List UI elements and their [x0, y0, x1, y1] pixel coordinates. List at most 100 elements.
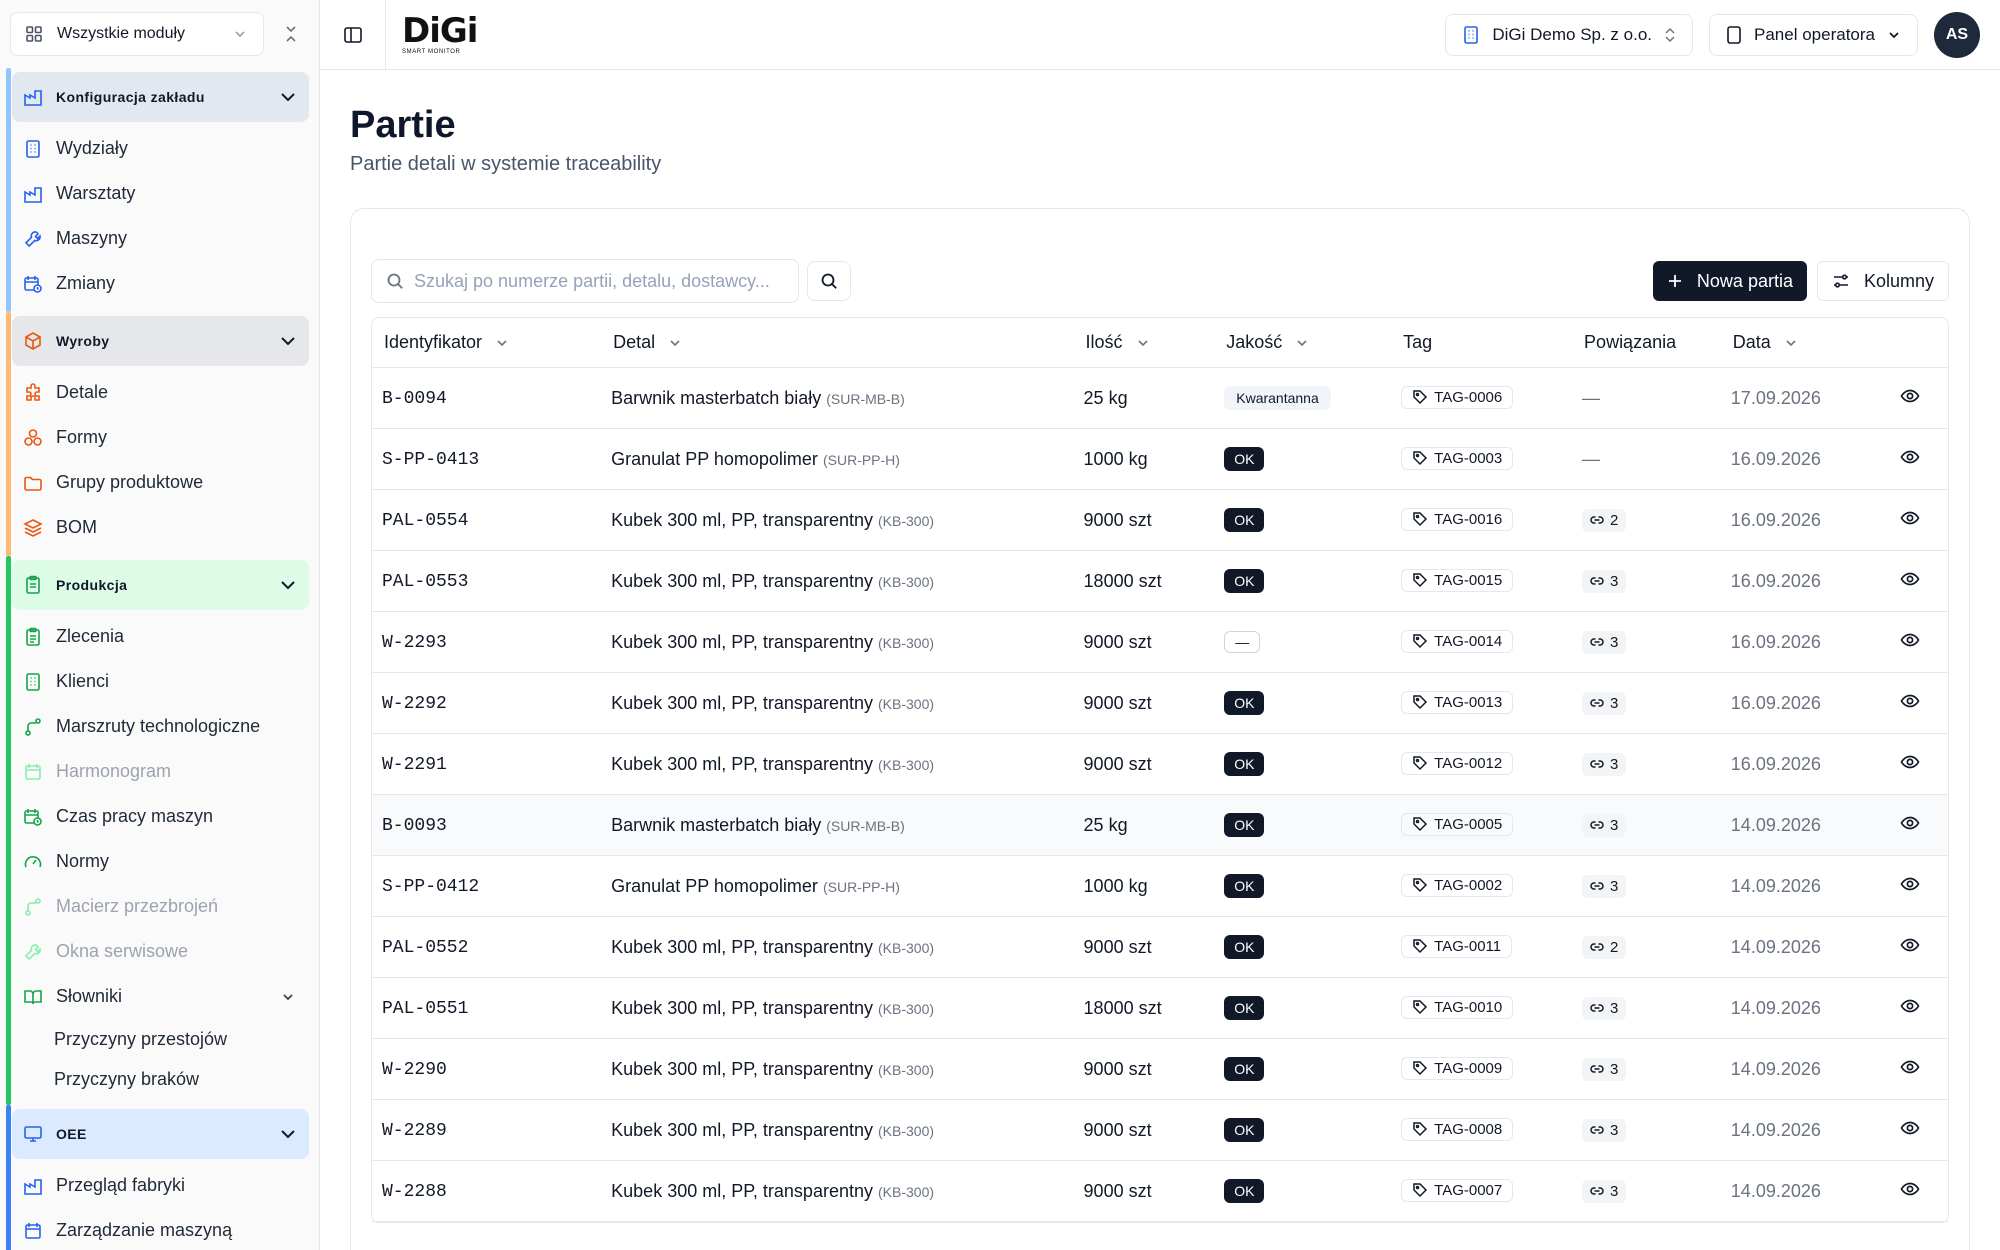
links-badge[interactable]: 3 [1582, 1179, 1627, 1203]
table-row[interactable]: B-0094 Barwnik masterbatch biały (SUR-MB-… [372, 368, 1948, 429]
links-badge[interactable]: 3 [1582, 874, 1627, 898]
collapse-all-button[interactable] [276, 19, 306, 49]
sidebar-item[interactable]: Klienci [12, 659, 309, 704]
view-button[interactable] [1900, 510, 1920, 526]
sidebar-item[interactable]: Macierz przezbrojeń [12, 884, 309, 929]
quantity: 9000 szt [1083, 509, 1152, 530]
table-row[interactable]: W-2289 Kubek 300 ml, PP, transparentny (K… [372, 1100, 1948, 1161]
sidebar-item[interactable]: Zmiany [12, 261, 309, 306]
tag-badge[interactable]: TAG-0007 [1401, 1178, 1514, 1202]
sidebar-item[interactable]: Okna serwisowe [12, 929, 309, 974]
col-header-jakosc[interactable]: Jakość [1214, 318, 1392, 368]
sidebar-group-header[interactable]: Produkcja [12, 560, 309, 610]
sidebar-item[interactable]: Czas pracy maszyn [12, 794, 309, 839]
view-button[interactable] [1900, 876, 1920, 892]
tag-badge[interactable]: TAG-0002 [1401, 873, 1514, 897]
tag-badge[interactable]: TAG-0008 [1401, 1117, 1514, 1141]
cell-links: 3 [1572, 734, 1721, 795]
avatar[interactable]: AS [1934, 11, 1980, 58]
table-row[interactable]: PAL-0554 Kubek 300 ml, PP, transparentny … [372, 490, 1948, 551]
links-badge[interactable]: 3 [1582, 1118, 1627, 1142]
sidebar-item[interactable]: Harmonogram [12, 749, 309, 794]
links-badge[interactable]: 3 [1582, 1057, 1627, 1081]
table-row[interactable]: W-2293 Kubek 300 ml, PP, transparentny (K… [372, 612, 1948, 673]
sidebar-subitem[interactable]: Przyczyny braków [12, 1059, 309, 1099]
sidebar-item[interactable]: Warsztaty [12, 171, 309, 216]
view-button[interactable] [1900, 815, 1920, 831]
sidebar-item[interactable]: Marszruty technologiczne [12, 704, 309, 749]
company-select[interactable]: DiGi Demo Sp. z o.o. [1445, 13, 1694, 56]
tag-badge[interactable]: TAG-0005 [1401, 812, 1514, 836]
sidebar-item[interactable]: Zlecenia [12, 614, 309, 659]
links-badge[interactable]: 3 [1582, 691, 1627, 715]
toggle-sidebar-button[interactable] [320, 0, 386, 70]
tag-badge[interactable]: TAG-0015 [1401, 568, 1514, 592]
col-header-ilosc[interactable]: Ilość [1073, 318, 1215, 368]
links-badge[interactable]: 3 [1582, 630, 1627, 654]
tag-badge[interactable]: TAG-0011 [1401, 934, 1513, 958]
table-row[interactable]: W-2292 Kubek 300 ml, PP, transparentny (K… [372, 673, 1948, 734]
sidebar-item[interactable]: Normy [12, 839, 309, 884]
sidebar-item[interactable]: Formy [12, 415, 309, 460]
sidebar-item[interactable]: Detale [12, 370, 309, 415]
sidebar-item[interactable]: Grupy produktowe [12, 460, 309, 505]
new-batch-button[interactable]: Nowa partia [1652, 261, 1807, 301]
view-button[interactable] [1900, 1181, 1920, 1197]
sidebar-group-header[interactable]: Wyroby [12, 316, 309, 366]
sidebar-item[interactable]: Wydziały [12, 126, 309, 171]
sidebar-item[interactable]: Zarządzanie maszyną [12, 1208, 309, 1250]
links-badge[interactable]: 3 [1582, 752, 1627, 776]
search-input[interactable] [414, 270, 784, 292]
panel-select[interactable]: Panel operatora [1709, 13, 1918, 56]
sidebar-subitem[interactable]: Przyczyny przestojów [12, 1019, 309, 1059]
table-row[interactable]: S-PP-0413 Granulat PP homopolimer (SUR-PP… [372, 429, 1948, 490]
view-button[interactable] [1900, 998, 1920, 1014]
view-button[interactable] [1900, 754, 1920, 770]
view-button[interactable] [1900, 1120, 1920, 1136]
view-button[interactable] [1900, 937, 1920, 953]
view-button[interactable] [1900, 1059, 1920, 1075]
view-button[interactable] [1900, 388, 1920, 404]
table-row[interactable]: S-PP-0412 Granulat PP homopolimer (SUR-PP… [372, 856, 1948, 917]
tag-badge[interactable]: TAG-0014 [1401, 629, 1514, 653]
columns-button[interactable]: Kolumny [1816, 261, 1949, 301]
col-header-identyfikator[interactable]: Identyfikator [372, 318, 602, 368]
sidebar-item[interactable]: Maszyny [12, 216, 309, 261]
view-button[interactable] [1900, 571, 1920, 587]
cell-date: 16.09.2026 [1720, 490, 1872, 551]
table-row[interactable]: B-0093 Barwnik masterbatch biały (SUR-MB-… [372, 795, 1948, 856]
eye-icon [1900, 450, 1920, 463]
view-button[interactable] [1900, 449, 1920, 465]
table-row[interactable]: PAL-0552 Kubek 300 ml, PP, transparentny … [372, 917, 1948, 978]
table-row[interactable]: W-2290 Kubek 300 ml, PP, transparentny (K… [372, 1039, 1948, 1100]
cell-actions [1871, 734, 1948, 795]
module-select[interactable]: Wszystkie moduły [10, 12, 264, 56]
tag-badge[interactable]: TAG-0006 [1401, 385, 1514, 409]
tag-badge[interactable]: TAG-0010 [1401, 995, 1514, 1019]
view-button[interactable] [1900, 632, 1920, 648]
links-badge[interactable]: 3 [1582, 569, 1627, 593]
search-button[interactable] [807, 261, 851, 301]
links-badge[interactable]: 2 [1582, 508, 1627, 532]
tag-badge[interactable]: TAG-0013 [1401, 690, 1514, 714]
logo[interactable]: DiGi SMART MONITOR [402, 14, 478, 55]
table-row[interactable]: W-2288 Kubek 300 ml, PP, transparentny (K… [372, 1161, 1948, 1222]
links-badge[interactable]: 3 [1582, 996, 1627, 1020]
tag-badge[interactable]: TAG-0012 [1401, 751, 1514, 775]
tag-badge[interactable]: TAG-0003 [1401, 446, 1514, 470]
view-button[interactable] [1900, 693, 1920, 709]
sidebar-item[interactable]: Słowniki [12, 974, 309, 1019]
sidebar-item[interactable]: BOM [12, 505, 309, 550]
links-badge[interactable]: 2 [1582, 935, 1627, 959]
table-row[interactable]: PAL-0551 Kubek 300 ml, PP, transparentny … [372, 978, 1948, 1039]
sidebar-item[interactable]: Przegląd fabryki [12, 1163, 309, 1208]
col-header-detal[interactable]: Detal [601, 318, 1074, 368]
table-row[interactable]: PAL-0553 Kubek 300 ml, PP, transparentny … [372, 551, 1948, 612]
table-row[interactable]: W-2291 Kubek 300 ml, PP, transparentny (K… [372, 734, 1948, 795]
tag-badge[interactable]: TAG-0009 [1401, 1056, 1514, 1080]
links-badge[interactable]: 3 [1582, 813, 1627, 837]
tag-badge[interactable]: TAG-0016 [1401, 507, 1514, 531]
col-header-data[interactable]: Data [1720, 318, 1872, 368]
sidebar-group-header[interactable]: Konfiguracja zakładu [12, 72, 309, 122]
sidebar-group-header[interactable]: OEE [12, 1109, 309, 1159]
